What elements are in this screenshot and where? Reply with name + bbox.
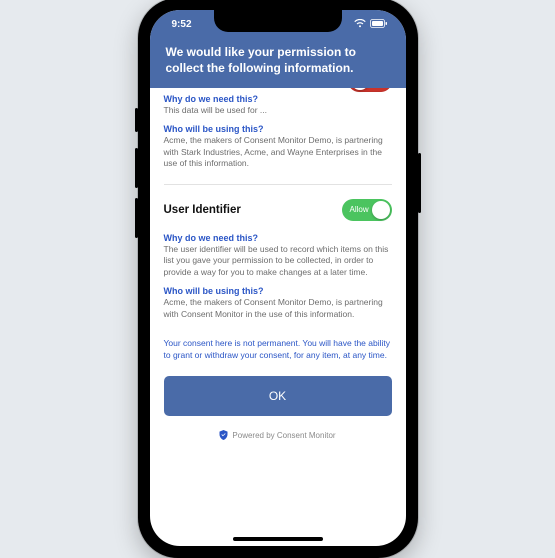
battery-icon	[370, 19, 388, 31]
shield-icon	[219, 430, 228, 442]
mute-switch	[135, 108, 138, 132]
why-need-heading: Why do we need this?	[164, 94, 392, 104]
volume-up	[135, 148, 138, 188]
uid-why-body: The user identifier will be used to reco…	[164, 244, 392, 278]
who-using-heading: Who will be using this?	[164, 124, 392, 134]
power-button	[418, 153, 421, 213]
status-time: 9:52	[172, 19, 192, 30]
toggle-allow-switch[interactable]: Allow	[342, 199, 392, 221]
toggle-knob	[351, 88, 369, 90]
powered-by-text: Powered by Consent Monitor	[232, 431, 335, 440]
screen: 9:52 We would like your permission to co…	[150, 10, 406, 546]
wifi-icon	[354, 19, 366, 31]
header-title: We would like your permission to collect…	[166, 45, 356, 75]
who-using-body: Acme, the makers of Consent Monitor Demo…	[164, 135, 392, 169]
volume-down	[135, 198, 138, 238]
user-identifier-row: User Identifier Allow	[164, 185, 392, 225]
permission-header: We would like your permission to collect…	[150, 40, 406, 88]
toggle-allow-label: Allow	[350, 205, 369, 214]
content-scroll[interactable]: Why do we need this? This data will be u…	[150, 88, 406, 546]
uid-who-heading: Who will be using this?	[164, 286, 392, 296]
user-identifier-title: User Identifier	[164, 204, 241, 216]
uid-who-body: Acme, the makers of Consent Monitor Demo…	[164, 297, 392, 320]
uid-why-heading: Why do we need this?	[164, 233, 392, 243]
toggle-track	[348, 88, 392, 92]
why-need-body: This data will be used for ...	[164, 105, 392, 116]
ok-button-label: OK	[269, 389, 286, 403]
consent-footer-note: Your consent here is not permanent. You …	[164, 338, 392, 362]
home-indicator[interactable]	[233, 537, 323, 541]
ok-button[interactable]: OK	[164, 376, 392, 416]
powered-by: Powered by Consent Monitor	[164, 430, 392, 442]
toggle-allow-knob	[372, 201, 390, 219]
toggle-off-switch[interactable]	[348, 88, 392, 94]
phone-frame: 9:52 We would like your permission to co…	[138, 0, 418, 558]
notch	[214, 10, 342, 32]
